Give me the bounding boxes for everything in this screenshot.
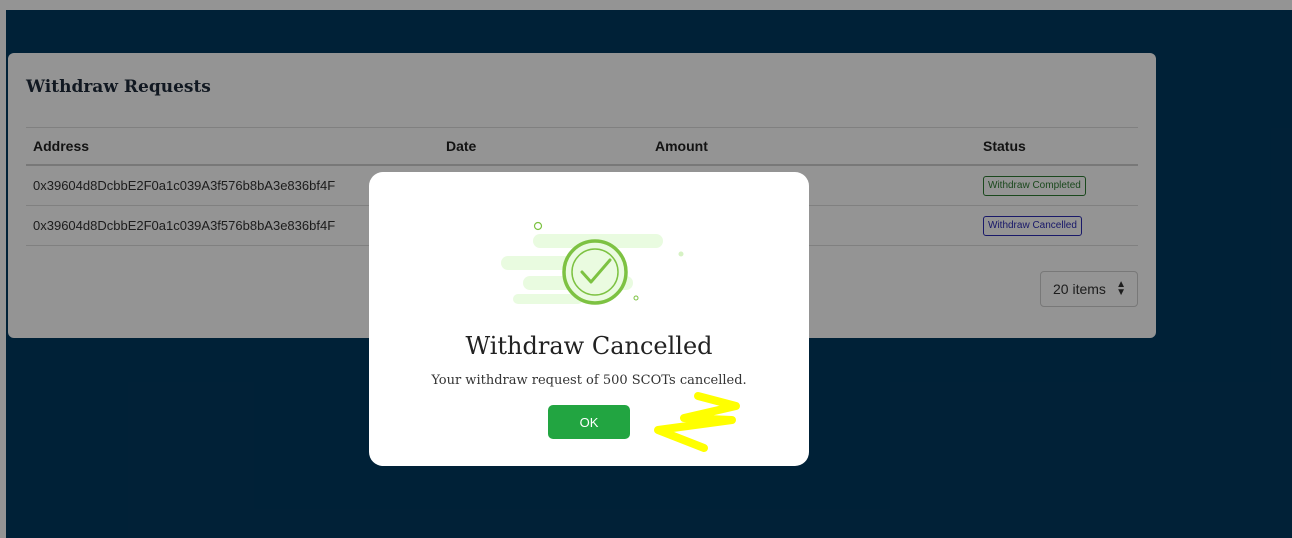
dialog-title: Withdraw Cancelled — [465, 332, 713, 360]
ok-button[interactable]: OK — [548, 405, 630, 439]
highlight-arrow-icon — [654, 392, 740, 452]
dialog-message: Your withdraw request of 500 SCOTs cance… — [431, 373, 747, 388]
success-check-icon — [501, 221, 684, 305]
